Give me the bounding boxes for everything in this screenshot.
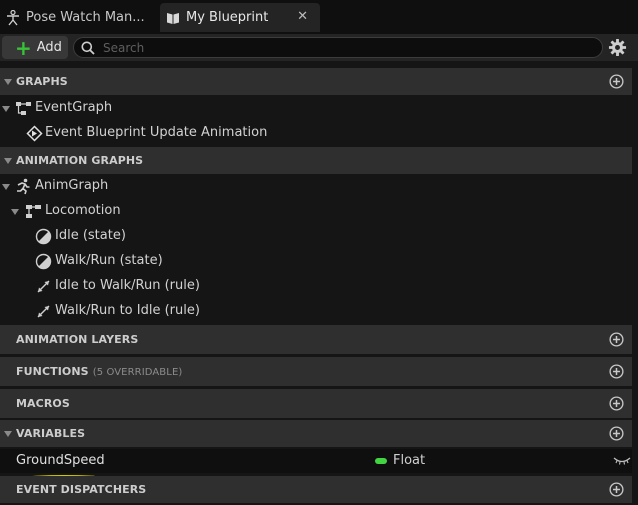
search-box[interactable] <box>73 37 603 58</box>
section-title: FUNCTIONS (5 OVERRIDABLE) <box>16 365 182 378</box>
tree-item-label: Locomotion <box>45 203 121 218</box>
section-title: ANIMATION LAYERS <box>16 333 139 346</box>
section-title: VARIABLES <box>16 427 86 440</box>
collapse-arrow-icon[interactable] <box>4 79 12 85</box>
tab-label: My Blueprint <box>186 10 269 25</box>
tab-bar: Pose Watch Man... My Blueprint ✕ <box>0 0 638 34</box>
tree-item-animgraph[interactable]: AnimGraph <box>0 174 632 199</box>
tree-item-transition-rule[interactable]: Idle to Walk/Run (rule) <box>0 274 632 299</box>
section-macros[interactable]: MACROS <box>0 389 632 418</box>
plus-icon: + <box>15 35 32 60</box>
event-graph-icon <box>15 100 32 117</box>
tree-item-state[interactable]: Walk/Run (state) <box>0 249 632 274</box>
tree-item-transition-rule[interactable]: Walk/Run to Idle (rule) <box>0 299 632 324</box>
add-circle-icon[interactable] <box>609 364 624 379</box>
event-node-icon <box>26 125 43 142</box>
functions-label: FUNCTIONS <box>16 365 89 378</box>
tree-item-label: Walk/Run (state) <box>55 253 163 268</box>
state-icon <box>35 228 52 245</box>
overridable-count: (5 OVERRIDABLE) <box>92 367 183 378</box>
collapse-arrow-icon[interactable] <box>4 158 12 164</box>
visibility-closed-eye-icon[interactable] <box>613 455 631 467</box>
add-button[interactable]: + Add <box>2 36 68 59</box>
collapse-arrow-icon[interactable] <box>2 184 10 190</box>
variable-type[interactable]: Float <box>393 453 425 468</box>
toolbar: + Add <box>0 34 638 61</box>
state-machine-icon <box>25 203 42 220</box>
section-title: MACROS <box>16 397 70 410</box>
transition-rule-icon <box>35 303 52 320</box>
add-circle-icon[interactable] <box>609 482 624 497</box>
section-graphs[interactable]: GRAPHS <box>0 68 632 95</box>
collapse-arrow-icon[interactable] <box>4 431 12 437</box>
collapse-arrow-icon[interactable] <box>2 106 10 112</box>
section-title: ANIMATION GRAPHS <box>16 154 144 167</box>
tree-item-label: EventGraph <box>35 100 113 115</box>
variable-row[interactable]: GroundSpeed Float <box>0 449 632 473</box>
tree-item-label: Event Blueprint Update Animation <box>45 125 268 140</box>
variable-name[interactable]: GroundSpeed <box>16 453 105 468</box>
tree-item-label: Idle (state) <box>55 228 126 243</box>
tab-pose-watch-manager[interactable]: Pose Watch Man... <box>0 3 158 32</box>
gear-icon[interactable] <box>608 38 627 57</box>
add-circle-icon[interactable] <box>609 74 624 89</box>
search-icon <box>81 41 95 55</box>
state-icon <box>35 253 52 270</box>
tree-item-state[interactable]: Idle (state) <box>0 224 632 249</box>
blueprint-book-icon <box>166 10 180 26</box>
section-animation-layers[interactable]: ANIMATION LAYERS <box>0 325 632 354</box>
tree-item-locomotion[interactable]: Locomotion <box>0 199 632 224</box>
close-icon[interactable]: ✕ <box>297 9 308 24</box>
float-type-pin-icon <box>375 458 387 464</box>
tree-item-event-update-animation[interactable]: Event Blueprint Update Animation <box>0 121 632 146</box>
section-functions[interactable]: FUNCTIONS (5 OVERRIDABLE) <box>0 357 632 386</box>
tree-item-eventgraph[interactable]: EventGraph <box>0 96 632 121</box>
tree-item-label: Walk/Run to Idle (rule) <box>55 303 200 318</box>
section-title: GRAPHS <box>16 75 68 88</box>
section-animation-graphs[interactable]: ANIMATION GRAPHS <box>0 147 632 174</box>
tree-item-label: AnimGraph <box>35 178 109 193</box>
section-title: EVENT DISPATCHERS <box>16 483 147 496</box>
scrollbar[interactable] <box>633 62 638 505</box>
tab-my-blueprint[interactable]: My Blueprint ✕ <box>160 3 320 32</box>
transition-rule-icon <box>35 278 52 295</box>
section-variables[interactable]: VARIABLES <box>0 420 632 447</box>
add-circle-icon[interactable] <box>609 396 624 411</box>
collapse-arrow-icon[interactable] <box>11 209 19 215</box>
add-circle-icon[interactable] <box>609 332 624 347</box>
add-circle-icon[interactable] <box>609 426 624 441</box>
tree-item-label: Idle to Walk/Run (rule) <box>55 278 200 293</box>
section-event-dispatchers[interactable]: EVENT DISPATCHERS <box>0 476 632 503</box>
search-input[interactable] <box>103 40 583 55</box>
tab-label: Pose Watch Man... <box>26 10 145 25</box>
running-figure-icon <box>15 178 32 195</box>
add-button-label: Add <box>36 40 62 55</box>
pose-figure-icon <box>6 9 20 26</box>
